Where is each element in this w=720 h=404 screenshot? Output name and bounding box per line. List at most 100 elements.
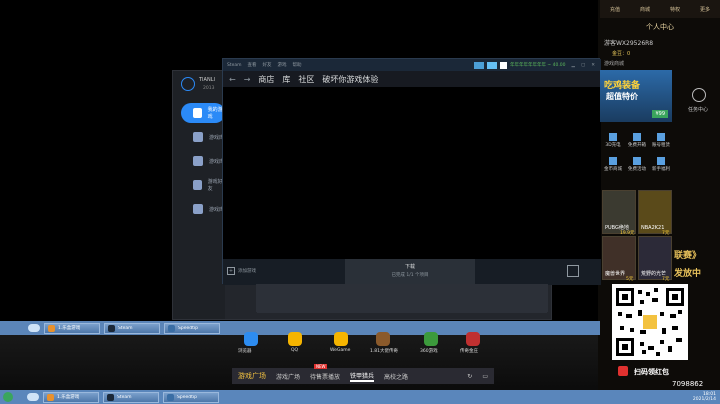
mail-icon[interactable] [486,61,497,69]
tab-school[interactable]: 高校之路 [384,372,408,381]
menu-friends[interactable]: 好友 [263,62,272,68]
close-icon[interactable]: ✕ [591,63,595,68]
qr-code[interactable] [612,284,688,360]
game-tile-pubg[interactable]: PUBG绝地 [602,190,636,234]
league-text-1: 联赛》 [674,251,702,261]
game-icon [466,332,480,346]
steam-content [223,87,601,259]
promo-text: 扫码领红包 [634,368,669,376]
right-top-tabs: 充值 商城 特权 更多 [600,0,720,18]
battery-icon [609,133,617,141]
tab-video[interactable]: 待售票播放 [310,372,340,381]
speedtip-icon [168,324,175,332]
tab-mall[interactable]: 商城 [640,6,650,13]
game-price: 7元 [662,277,670,282]
star-icon [657,157,665,165]
download-status[interactable]: 下载 已完成 1/1 个项目 [345,259,475,285]
username: 游客WX29526R8 [604,40,654,47]
dock-game-2-label: 传奇金庄 [460,349,478,354]
steam-icon [107,393,114,401]
room-number: 7098862 [672,380,704,388]
task-steam[interactable]: Steam [104,322,160,334]
users-icon [193,180,202,190]
promo-banner[interactable]: 吃鸡装备 超值特价 ¥99 [600,70,672,122]
menu-steam[interactable]: Steam [227,63,242,68]
nav-community[interactable]: 社区 [298,74,314,85]
steam-footer: + 添加游戏 下载 已完成 1/1 个项目 [223,259,601,285]
nav-page[interactable]: 破坏你游戏体验 [322,74,378,85]
task-center-label: 任务中心 [688,107,709,113]
menu-view[interactable]: 查看 [248,62,257,68]
wegame-icon [334,332,348,346]
tab-recharge[interactable]: 充值 [610,6,620,13]
sidebar-item-friends[interactable]: 游戏好友 [173,175,225,195]
grid-item-activity[interactable]: 免费活动 [626,156,648,178]
notification-icon[interactable] [473,61,484,69]
shop-label: 游戏商城 [604,61,625,67]
cloud-icon[interactable] [27,393,39,401]
dock-browser[interactable] [244,332,258,346]
dock-game-1[interactable] [376,332,390,346]
friends-chat-button[interactable] [567,265,579,277]
grid-item-coin-mall[interactable]: 金币商城 [602,156,624,178]
maximize-icon[interactable]: ▢ [581,63,585,68]
game-tile-nba[interactable]: NBA2K21 [638,190,672,234]
gold-balance: 金豆：0 [612,51,631,57]
grid-item-charge[interactable]: 3D充电 [602,132,624,154]
task-lehe-1[interactable]: 1.乐盒游戏 [44,322,100,334]
new-badge: NEW [314,364,328,369]
menu-games[interactable]: 游戏 [278,62,287,68]
launcher-bar: 游戏广场 游戏广场 待售票播放 铁甲猎兵 高校之路 ↻ ▭ [232,368,494,384]
sidebar-item-library-2[interactable]: 游戏库 [173,151,225,171]
diamond-icon [609,157,617,165]
list-icon [193,204,203,214]
task-center-icon[interactable] [692,88,706,102]
sidebar-item-library[interactable]: 游戏库 [173,127,225,147]
clock[interactable]: 18:01 2021/2/14 [693,392,716,402]
task-speedtip[interactable]: Speedtip [164,322,220,334]
gift-icon [633,157,641,165]
task-lehe[interactable]: 1.乐盒游戏 [43,391,99,403]
game-tile-wild[interactable]: 荒野的光芒 [638,236,672,280]
outer-taskbar: 1.乐盒游戏 Steam Speedtip 18:01 2021/2/14 [0,390,720,404]
game-tile-wow[interactable]: 魔兽世界 [602,236,636,280]
tab-more[interactable]: 更多 [700,6,710,13]
nav-library[interactable]: 库 [282,74,290,85]
launcher-logo[interactable]: 游戏广场 [238,371,266,381]
dock-qq[interactable] [288,332,302,346]
menu-help[interactable]: 帮助 [293,62,302,68]
dock-360[interactable] [424,332,438,346]
lehe-icon [47,393,54,401]
avatar[interactable] [181,77,195,91]
dock-game-2[interactable] [466,332,480,346]
tab-privilege[interactable]: 特权 [670,6,680,13]
account-balance[interactable]: 年年年年年年年年 ~ 40.00 [510,62,566,68]
refresh-icon[interactable]: ↻ [467,373,472,380]
tab-armor[interactable]: 铁甲猎兵 [350,371,375,382]
add-game-button[interactable]: + 添加游戏 [227,267,256,275]
sidebar-item-library-3[interactable]: 游戏库 [173,199,225,219]
task-steam-outer[interactable]: Steam [103,391,159,403]
qr-image [616,288,684,356]
steam-menubar: Steam 查看 好友 游戏 帮助 年年年年年年年年 ~ 40.00 ▁ ▢ ✕ [223,59,601,71]
nav-store[interactable]: 商店 [258,74,274,85]
service-grid: 3D充电 免费开箱 账号租赁 金币商城 免费活动 新手福利 [602,132,672,178]
game-center-strip [256,284,548,312]
dock-browser-label: 浏览器 [238,349,252,354]
back-icon[interactable]: ← [229,75,236,84]
user-avatar[interactable] [499,61,507,69]
forward-icon[interactable]: → [244,75,251,84]
tab-square[interactable]: 游戏广场 [276,372,300,381]
grid-item-open-box[interactable]: 免费开箱 [626,132,648,154]
minimize-icon[interactable]: ▁ [571,63,574,68]
steam-window: Steam 查看 好友 游戏 帮助 年年年年年年年年 ~ 40.00 ▁ ▢ ✕… [222,58,601,285]
dock-wegame[interactable] [334,332,348,346]
grid-item-rent[interactable]: 账号租赁 [650,132,672,154]
grid-item-newbie[interactable]: 新手福利 [650,156,672,178]
cloud-icon[interactable] [28,324,40,332]
sidebar-item-my-games[interactable]: 我的游戏 [181,103,225,123]
window-icon[interactable]: ▭ [482,373,488,380]
start-icon[interactable] [3,392,13,402]
task-speedtip-outer[interactable]: Speedtip [163,391,219,403]
360-icon [424,332,438,346]
